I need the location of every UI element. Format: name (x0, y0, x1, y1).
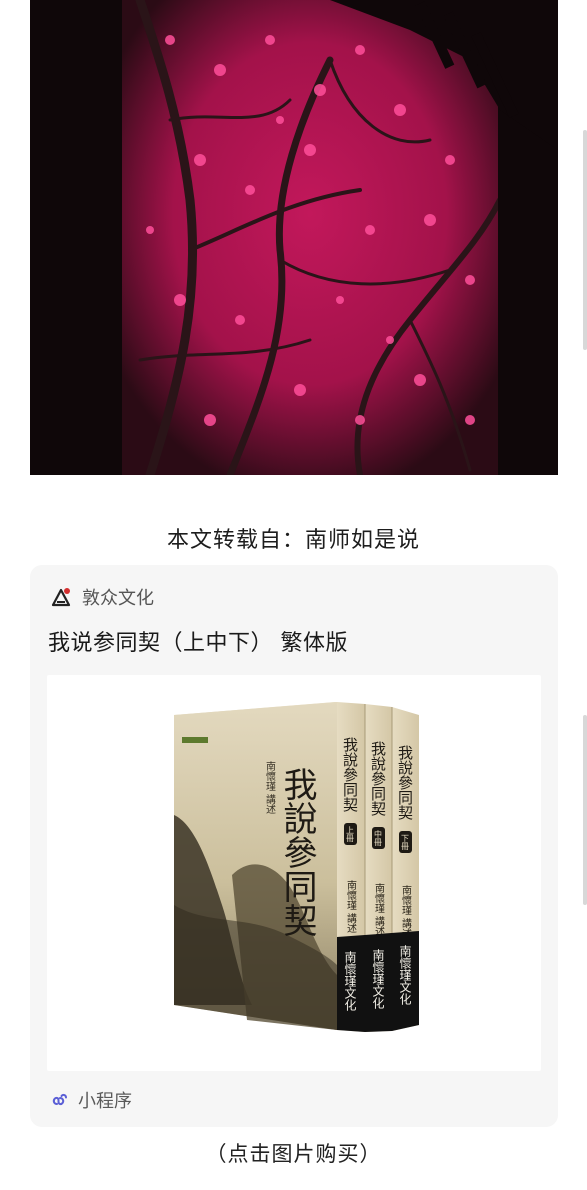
click-to-buy-hint: （点击图片购买） (205, 1142, 382, 1166)
mini-program-card[interactable]: 敦众文化 我说参同契（上中下） 繁体版 我說參同契 南懷瑾 講述 我說參同契 我… (30, 565, 558, 1127)
product-image[interactable]: 我說參同契 南懷瑾 講述 我說參同契 我說參同契 我說參同契 上冊 中冊 下冊 (47, 675, 541, 1071)
scroll-indicator-bottom (583, 715, 587, 905)
mini-program-link-icon (52, 1093, 67, 1106)
spine-title-3: 我說參同契 (396, 745, 414, 820)
article-source-text: 本文转载自：南师如是说 (166, 528, 420, 553)
book-front-title: 我說參同契 (277, 767, 317, 937)
mini-program-label: 小程序 (78, 1091, 132, 1112)
book-front-author: 南懷瑾 講述 (264, 760, 276, 814)
plum-blossom-photo (30, 0, 558, 475)
spine-volume-1: 上冊 (346, 826, 355, 843)
spine-author-3: 南懷瑾 講述 (400, 884, 412, 938)
spine-publisher-2: 南懷瑾文化 (371, 948, 385, 1010)
scroll-indicator-top (583, 130, 587, 350)
spine-author-1: 南懷瑾 講述 (345, 879, 357, 933)
spine-publisher-1: 南懷瑾文化 (343, 950, 357, 1012)
spine-volume-2: 中冊 (374, 829, 383, 847)
spine-volume-3: 下冊 (401, 834, 410, 851)
spine-title-2: 我說參同契 (369, 741, 387, 816)
spine-title-1: 我說參同契 (341, 737, 359, 812)
page: 本文转载自：南师如是说 敦众文化 我说参同契（上中下） 繁体版 我說參同契 南懷… (0, 0, 587, 1190)
brand-logo-icon (51, 588, 71, 607)
product-title: 我说参同契（上中下） 繁体版 (48, 631, 348, 656)
spine-author-2: 南懷瑾 講述 (373, 882, 385, 936)
spine-publisher-3: 南懷瑾文化 (398, 944, 412, 1006)
card-footer: 小程序 (50, 1087, 132, 1113)
brand-name: 敦众文化 (82, 588, 154, 609)
card-brand-row: 敦众文化 (50, 585, 154, 609)
